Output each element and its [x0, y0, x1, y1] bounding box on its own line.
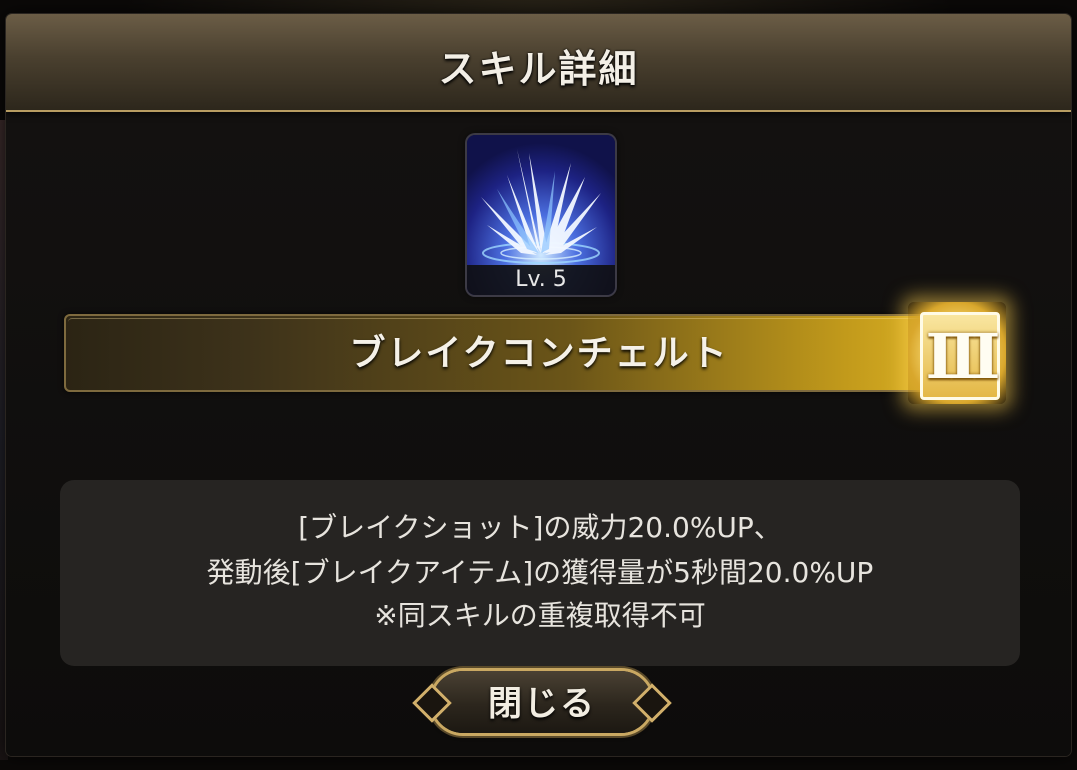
description-line: [ブレイクショット]の威力20.0%UP、	[298, 511, 782, 544]
rank-frame: III	[920, 312, 1001, 400]
skill-level-badge: Lv. 5	[467, 265, 615, 295]
dialog-title: スキル詳細	[438, 47, 639, 91]
skill-icon: Lv. 5	[467, 135, 615, 295]
skill-description-box: [ブレイクショット]の威力20.0%UP、 発動後[ブレイクアイテム]の獲得量が…	[60, 480, 1020, 666]
description-note: ※同スキルの重複取得不可	[374, 599, 706, 632]
skill-rank-emblem: III	[908, 302, 1006, 404]
close-button[interactable]: 閉じる	[412, 665, 672, 741]
close-button-label[interactable]: 閉じる	[432, 671, 652, 733]
dialog-header: スキル詳細	[6, 14, 1071, 112]
skill-detail-dialog: スキル詳細 Lv. 5 ブレイクコンチェルト III [ブレイクショット]の威力…	[6, 14, 1071, 756]
game-screen: スキル詳細 Lv. 5 ブレイクコンチェルト III [ブレイクショット]の威力…	[0, 0, 1077, 770]
skill-name-banner: ブレイクコンチェルト	[64, 314, 984, 392]
description-line: 発動後[ブレイクアイテム]の獲得量が5秒間20.0%UP	[206, 556, 874, 589]
skill-name: ブレイクコンチェルト	[349, 333, 729, 374]
rank-numeral: III	[925, 319, 1000, 393]
